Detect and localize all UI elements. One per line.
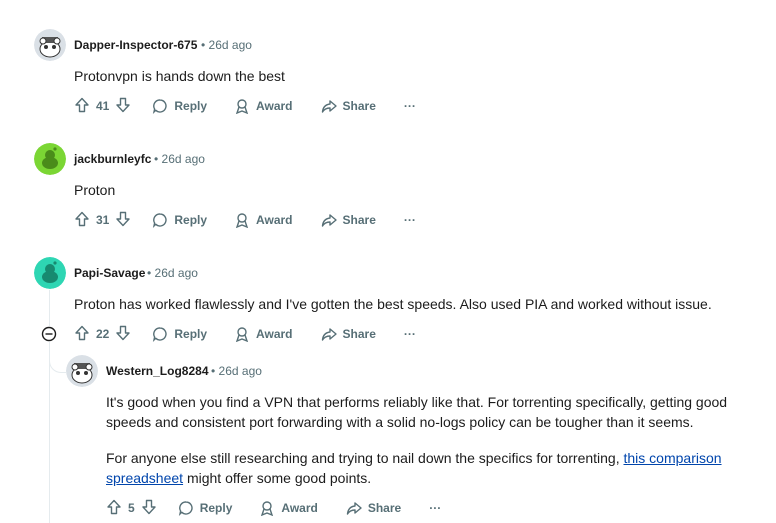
reply-button[interactable]: Reply bbox=[152, 326, 207, 342]
collapse-icon bbox=[41, 326, 57, 346]
comment: Dapper-Inspector-675 • 26d ago Protonvpn… bbox=[0, 0, 776, 130]
vote-count: 22 bbox=[96, 327, 110, 341]
upvote-icon[interactable] bbox=[74, 97, 90, 116]
award-icon bbox=[234, 326, 250, 342]
award-icon bbox=[234, 98, 250, 114]
share-icon bbox=[321, 98, 337, 114]
reply-button[interactable]: Reply bbox=[178, 500, 233, 516]
reply-label: Reply bbox=[199, 501, 233, 515]
vote-group: 5 bbox=[106, 499, 157, 518]
share-icon bbox=[321, 326, 337, 342]
vote-count: 31 bbox=[96, 213, 110, 227]
share-label: Share bbox=[342, 99, 376, 113]
paragraph-text: might offer some good points. bbox=[183, 470, 372, 486]
reply-icon bbox=[152, 212, 168, 228]
timestamp[interactable]: 26d ago bbox=[209, 38, 252, 52]
author-name[interactable]: Dapper-Inspector-675 bbox=[74, 38, 197, 52]
vote-group: 22 bbox=[74, 325, 131, 344]
author-name[interactable]: Western_Log8284 bbox=[106, 364, 209, 378]
separator-dot: • bbox=[154, 152, 159, 166]
more-icon: ··· bbox=[403, 213, 416, 227]
post-meta: • 26d ago bbox=[211, 364, 262, 378]
award-button[interactable]: Award bbox=[234, 212, 293, 228]
award-label: Award bbox=[281, 501, 318, 515]
comment-body: Proton has worked flawlessly and I've go… bbox=[74, 296, 712, 312]
vote-count: 5 bbox=[128, 501, 135, 515]
upvote-icon[interactable] bbox=[74, 325, 90, 344]
reply-label: Reply bbox=[174, 327, 208, 341]
action-bar: 22 Reply Award Share ··· bbox=[74, 321, 416, 347]
more-icon: ··· bbox=[429, 501, 442, 515]
post-meta: • 26d ago bbox=[201, 38, 252, 52]
reply-paragraph: It's good when you find a VPN that perfo… bbox=[106, 394, 728, 430]
reply-button[interactable]: Reply bbox=[152, 212, 207, 228]
action-bar: 31 Reply Award Share ··· bbox=[74, 207, 416, 233]
award-icon bbox=[234, 212, 250, 228]
more-icon: ··· bbox=[403, 99, 416, 113]
more-icon: ··· bbox=[403, 327, 416, 341]
share-button[interactable]: Share bbox=[321, 212, 376, 228]
award-label: Award bbox=[256, 99, 293, 113]
comment-body: Protonvpn is hands down the best bbox=[74, 68, 285, 84]
share-button[interactable]: Share bbox=[346, 500, 401, 516]
vote-group: 41 bbox=[74, 97, 131, 116]
avatar[interactable] bbox=[66, 355, 98, 387]
downvote-icon[interactable] bbox=[141, 499, 157, 518]
avatar[interactable] bbox=[34, 257, 66, 289]
more-options-button[interactable]: ··· bbox=[404, 213, 416, 227]
award-label: Award bbox=[256, 213, 293, 227]
downvote-icon[interactable] bbox=[115, 211, 131, 230]
vote-count: 41 bbox=[96, 99, 110, 113]
separator-dot: • bbox=[211, 364, 216, 378]
avatar[interactable] bbox=[34, 29, 66, 61]
separator-dot: • bbox=[201, 38, 206, 52]
action-bar: 41 Reply Award Share ··· bbox=[74, 93, 416, 119]
downvote-icon[interactable] bbox=[115, 325, 131, 344]
post-meta: • 26d ago bbox=[147, 266, 198, 280]
share-icon bbox=[346, 500, 362, 516]
reply-icon bbox=[152, 326, 168, 342]
award-button[interactable]: Award bbox=[234, 326, 293, 342]
avatar[interactable] bbox=[34, 143, 66, 175]
share-label: Share bbox=[342, 327, 376, 341]
reply-label: Reply bbox=[174, 99, 208, 113]
reply-button[interactable]: Reply bbox=[152, 98, 207, 114]
comment: Papi-Savage • 26d ago Proton has worked … bbox=[0, 244, 776, 354]
separator-dot: • bbox=[147, 266, 152, 280]
more-options-button[interactable]: ··· bbox=[404, 99, 416, 113]
collapse-thread-button[interactable] bbox=[41, 326, 57, 342]
upvote-icon[interactable] bbox=[106, 499, 122, 518]
award-icon bbox=[259, 500, 275, 516]
author-name[interactable]: jackburnleyfc bbox=[74, 152, 151, 166]
more-options-button[interactable]: ··· bbox=[429, 501, 441, 515]
downvote-icon[interactable] bbox=[115, 97, 131, 116]
post-meta: • 26d ago bbox=[154, 152, 205, 166]
timestamp[interactable]: 26d ago bbox=[219, 364, 262, 378]
more-options-button[interactable]: ··· bbox=[404, 327, 416, 341]
vote-group: 31 bbox=[74, 211, 131, 230]
comment: jackburnleyfc • 26d ago Proton 31 Reply … bbox=[0, 130, 776, 244]
comment-reply: Western_Log8284 • 26d ago It's good when… bbox=[0, 354, 776, 523]
reply-icon bbox=[178, 500, 194, 516]
action-bar: 5 Reply Award Share ··· bbox=[106, 495, 441, 521]
share-label: Share bbox=[342, 213, 376, 227]
share-button[interactable]: Share bbox=[321, 98, 376, 114]
reply-icon bbox=[152, 98, 168, 114]
award-button[interactable]: Award bbox=[259, 500, 318, 516]
reply-paragraph: For anyone else still researching and tr… bbox=[106, 448, 752, 488]
award-label: Award bbox=[256, 327, 293, 341]
award-button[interactable]: Award bbox=[234, 98, 293, 114]
timestamp[interactable]: 26d ago bbox=[162, 152, 205, 166]
share-button[interactable]: Share bbox=[321, 326, 376, 342]
paragraph-text: For anyone else still researching and tr… bbox=[106, 450, 624, 466]
share-label: Share bbox=[367, 501, 402, 515]
comment-body: Proton bbox=[74, 182, 116, 198]
upvote-icon[interactable] bbox=[74, 211, 90, 230]
timestamp[interactable]: 26d ago bbox=[155, 266, 198, 280]
author-name[interactable]: Papi-Savage bbox=[74, 266, 145, 280]
reply-label: Reply bbox=[174, 213, 208, 227]
share-icon bbox=[321, 212, 337, 228]
